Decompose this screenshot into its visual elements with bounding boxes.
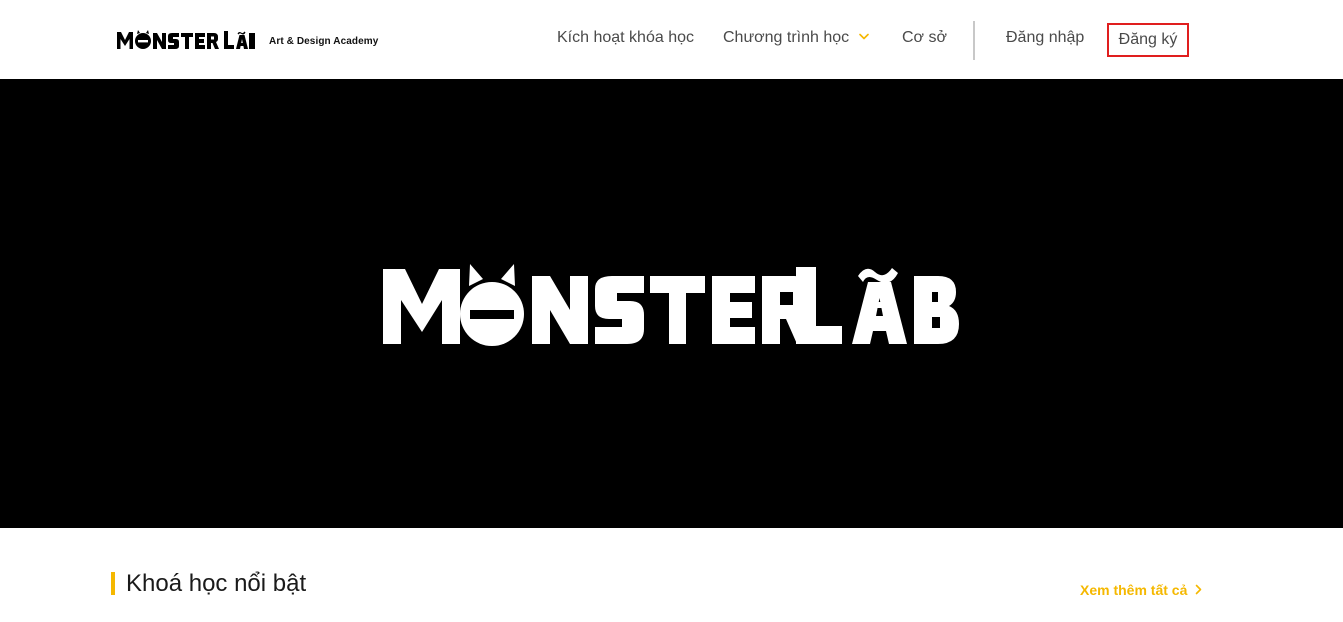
- chevron-right-icon: [1195, 582, 1202, 598]
- hero-banner: [0, 79, 1343, 528]
- register-button[interactable]: Đăng ký: [1107, 23, 1189, 57]
- nav-programs-dropdown[interactable]: Chương trình học: [723, 29, 869, 47]
- chevron-down-icon: [859, 27, 869, 45]
- see-all-label: Xem thêm tất cả: [1080, 582, 1188, 598]
- nav-campus[interactable]: Cơ sở: [902, 29, 947, 47]
- nav-programs-label: Chương trình học: [723, 29, 850, 47]
- brand-tagline: Art & Design Academy: [269, 36, 379, 47]
- section-accent-bar: [111, 572, 115, 595]
- site-header: Art & Design Academy Kích hoạt khóa học …: [0, 0, 1343, 79]
- login-link[interactable]: Đăng nhập: [1006, 29, 1084, 47]
- nav-activate-course[interactable]: Kích hoạt khóa học: [557, 29, 694, 47]
- monster-lab-logo-icon: [117, 30, 255, 49]
- site-logo[interactable]: Art & Design Academy: [116, 30, 378, 50]
- see-all-link[interactable]: Xem thêm tất cả: [1080, 582, 1202, 598]
- section-title-featured: Khoá học nổi bật: [126, 570, 307, 597]
- hero-monster-lab-logo-icon: [383, 264, 959, 346]
- nav-divider: [973, 21, 975, 60]
